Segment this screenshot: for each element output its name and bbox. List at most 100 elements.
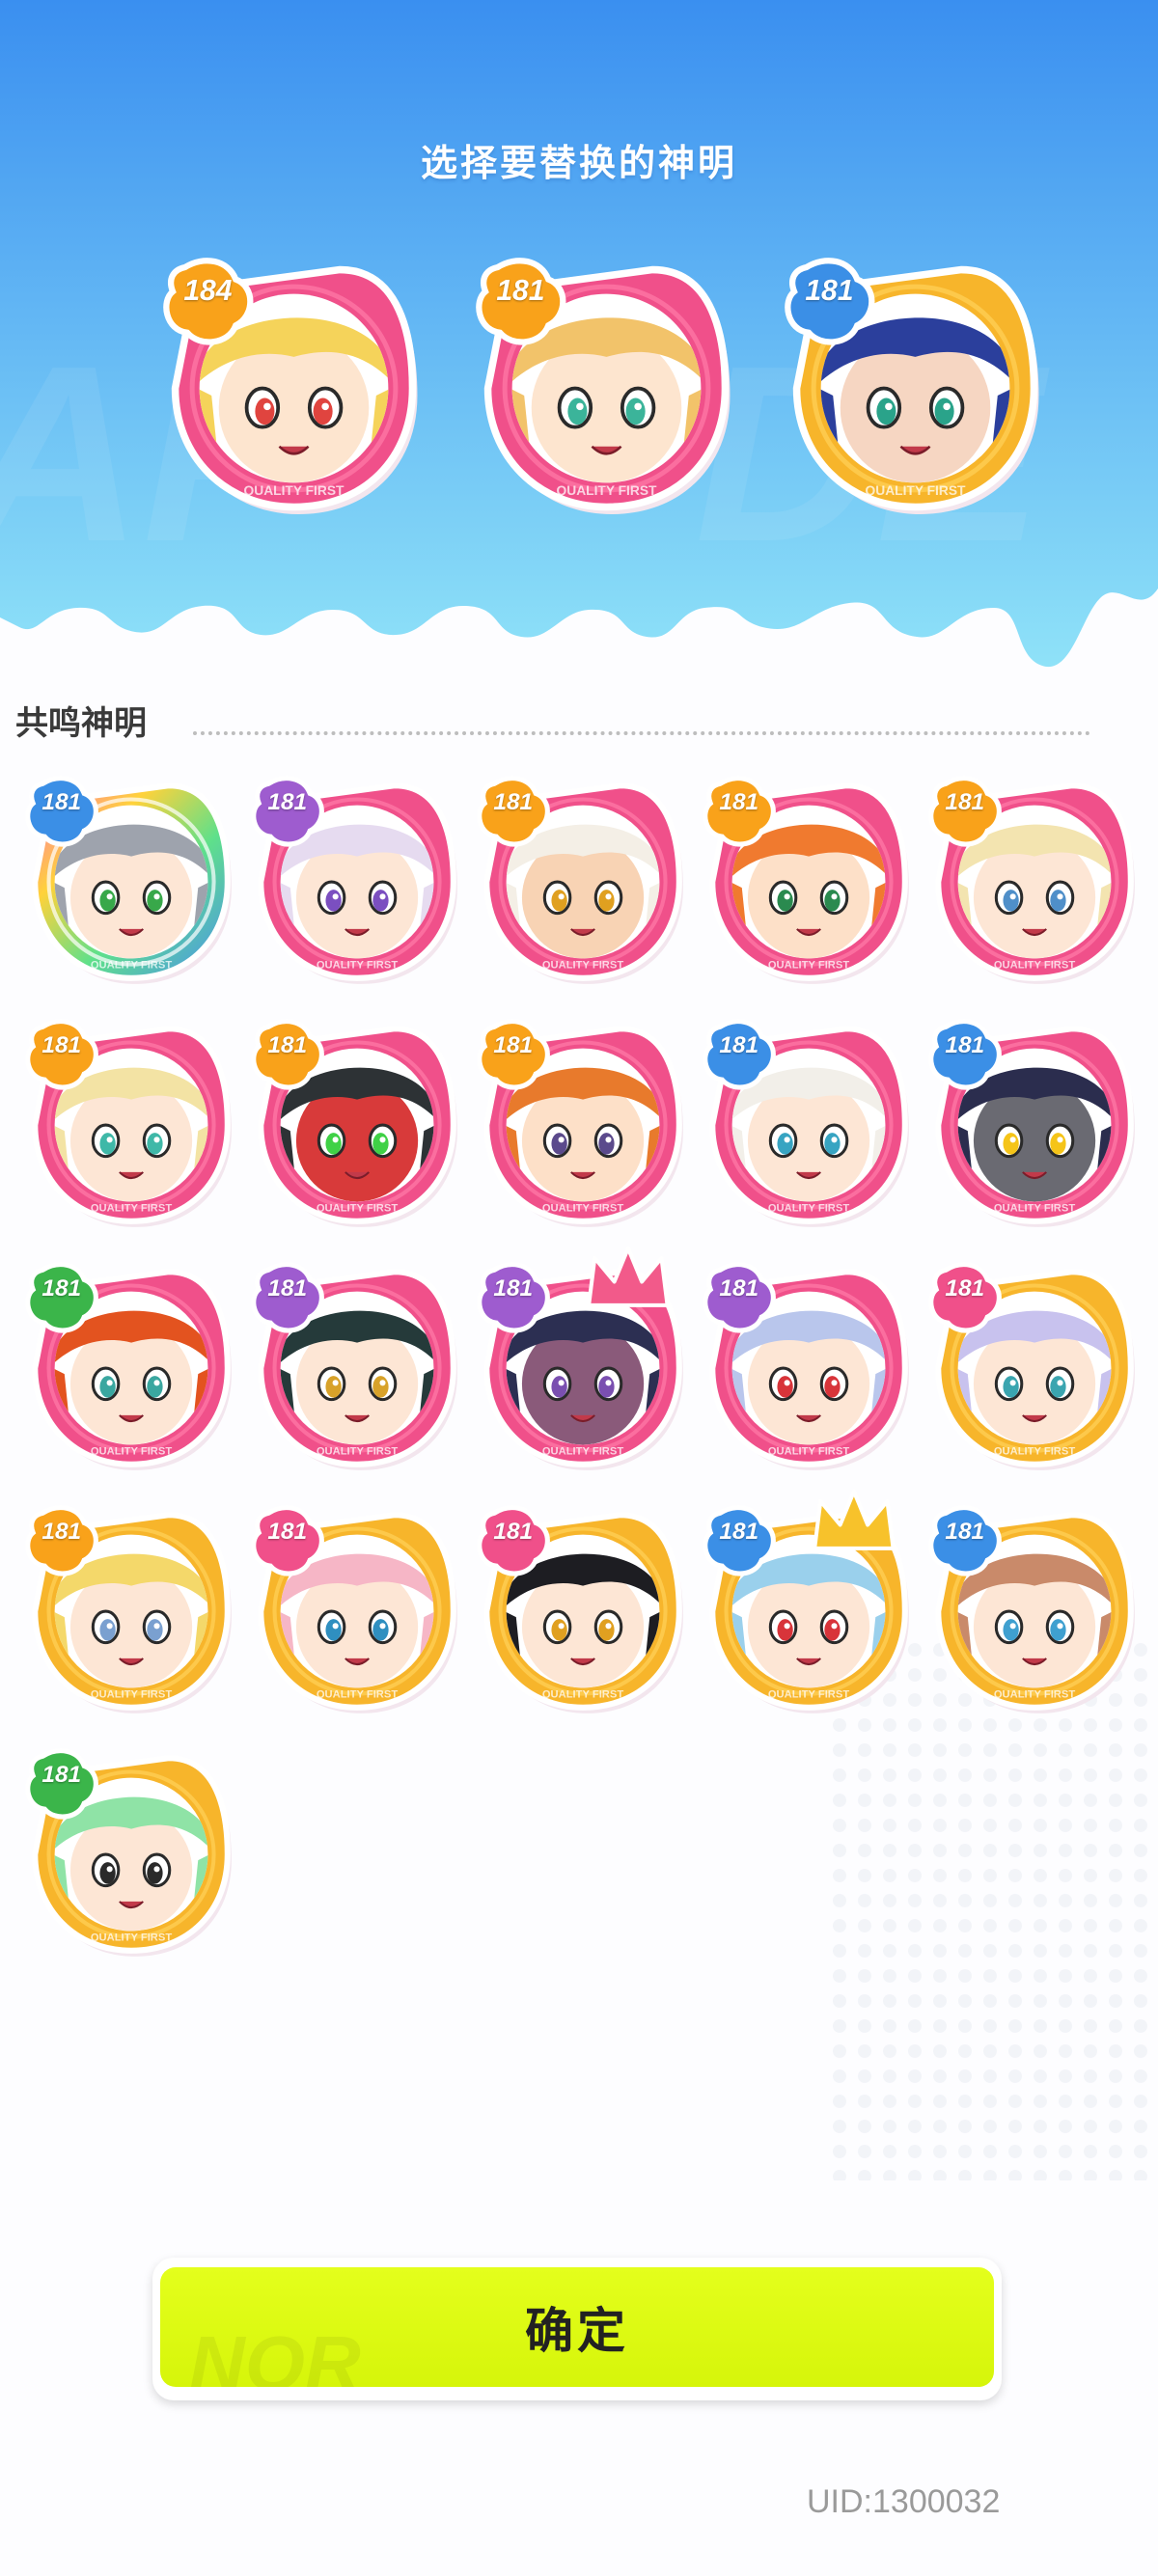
deity-card-14[interactable]: QUALITY FIRST 181 — [699, 1258, 915, 1474]
dot — [858, 2145, 871, 2158]
level-number: 181 — [41, 1275, 82, 1302]
dot — [958, 1894, 972, 1907]
deity-card-18[interactable]: QUALITY FIRST 181 — [473, 1501, 689, 1717]
deity-card-20[interactable]: QUALITY FIRST 181 — [924, 1501, 1141, 1717]
dot — [1008, 2120, 1022, 2133]
dot — [983, 1718, 997, 1732]
dot — [1109, 1794, 1122, 1807]
dot — [1008, 2145, 1022, 2158]
deity-card-11[interactable]: QUALITY FIRST 181 — [21, 1258, 237, 1474]
dot — [1008, 1919, 1022, 1932]
deity-card-3[interactable]: QUALITY FIRST 181 — [473, 772, 689, 988]
level-number: 181 — [493, 1275, 534, 1302]
dot — [933, 2145, 947, 2158]
dot — [908, 2095, 922, 2108]
dot — [933, 2044, 947, 2058]
dot — [1008, 1969, 1022, 1983]
dot — [1134, 1844, 1147, 1857]
dot — [1034, 2044, 1047, 2058]
dot — [1134, 2120, 1147, 2133]
level-number: 181 — [719, 789, 759, 816]
deity-card-16[interactable]: QUALITY FIRST 181 — [21, 1501, 237, 1717]
dot — [1034, 2145, 1047, 2158]
level-number: 181 — [267, 1275, 308, 1302]
dot — [1109, 2044, 1122, 2058]
dot — [883, 1794, 896, 1807]
deity-card-6[interactable]: QUALITY FIRST 181 — [21, 1015, 237, 1231]
svg-text:QUALITY FIRST: QUALITY FIRST — [768, 1203, 849, 1215]
dot — [1084, 1844, 1097, 1857]
dot — [908, 1894, 922, 1907]
deity-card-9[interactable]: QUALITY FIRST 181 — [699, 1015, 915, 1231]
dot — [908, 1969, 922, 1983]
dot — [858, 1869, 871, 1882]
deity-card-4[interactable]: QUALITY FIRST 181 — [699, 772, 915, 988]
dot — [1059, 2170, 1072, 2180]
deity-card-2[interactable]: QUALITY FIRST 181 — [247, 772, 463, 988]
deity-card-15[interactable]: QUALITY FIRST 181 — [924, 1258, 1141, 1474]
deity-card-19[interactable]: QUALITY FIRST 181 — [699, 1489, 915, 1717]
dot — [908, 2170, 922, 2180]
dot — [958, 1994, 972, 2008]
dot — [1008, 1819, 1022, 1832]
deity-card-5[interactable]: QUALITY FIRST 181 — [924, 772, 1141, 988]
level-number: 181 — [805, 274, 854, 307]
level-number: 181 — [41, 1519, 82, 1546]
deity-card-8[interactable]: QUALITY FIRST 181 — [473, 1015, 689, 1231]
dot — [958, 1718, 972, 1732]
dot — [1134, 1819, 1147, 1832]
dot — [1034, 1768, 1047, 1782]
dot — [908, 2044, 922, 2058]
dot — [883, 2145, 896, 2158]
portrait-goggles-girl[interactable]: QUALITY FIRST 181 — [471, 253, 737, 519]
dot — [1109, 1894, 1122, 1907]
portrait-blue-hair[interactable]: QUALITY FIRST 181 — [780, 253, 1046, 519]
section-title: 共鸣神明 — [15, 704, 147, 743]
svg-text:QUALITY FIRST: QUALITY FIRST — [91, 1203, 172, 1215]
deity-card-10[interactable]: QUALITY FIRST 181 — [924, 1015, 1141, 1231]
deity-card-12[interactable]: QUALITY FIRST 181 — [247, 1258, 463, 1474]
dot — [833, 2120, 846, 2133]
dot — [833, 1844, 846, 1857]
dot — [1109, 2095, 1122, 2108]
svg-text:QUALITY FIRST: QUALITY FIRST — [994, 1689, 1075, 1701]
dot — [883, 1768, 896, 1782]
dot — [958, 2120, 972, 2133]
dot — [1059, 2044, 1072, 2058]
dot — [1084, 1919, 1097, 1932]
level-number: 181 — [945, 1032, 985, 1059]
dot — [1084, 1743, 1097, 1757]
dot — [1008, 1994, 1022, 2008]
dot — [958, 2019, 972, 2033]
portrait-blonde-star[interactable]: QUALITY FIRST 184 — [158, 253, 425, 519]
dot — [833, 1894, 846, 1907]
dot — [1059, 1718, 1072, 1732]
dot — [1109, 1994, 1122, 2008]
svg-text:QUALITY FIRST: QUALITY FIRST — [542, 1689, 623, 1701]
deity-card-1[interactable]: QUALITY FIRST 181 — [21, 772, 237, 988]
svg-text:QUALITY FIRST: QUALITY FIRST — [768, 1446, 849, 1458]
dot — [883, 1994, 896, 2008]
deity-card-13[interactable]: QUALITY FIRST 181 — [473, 1246, 689, 1474]
dot — [1109, 2145, 1122, 2158]
deity-card-21[interactable]: QUALITY FIRST 181 — [21, 1744, 237, 1960]
dot — [983, 1794, 997, 1807]
level-number: 181 — [493, 1032, 534, 1059]
dot — [908, 1844, 922, 1857]
dot — [833, 1919, 846, 1932]
confirm-button[interactable]: NOR 确定 — [152, 2258, 1002, 2400]
dot — [883, 1894, 896, 1907]
deity-card-17[interactable]: QUALITY FIRST 181 — [247, 1501, 463, 1717]
dot — [1134, 1869, 1147, 1882]
dot — [883, 2095, 896, 2108]
dot — [1134, 1743, 1147, 1757]
svg-text:QUALITY FIRST: QUALITY FIRST — [768, 1689, 849, 1701]
dot — [883, 2170, 896, 2180]
dot — [1008, 1869, 1022, 1882]
dot — [1059, 1944, 1072, 1958]
dot — [958, 2069, 972, 2083]
dot — [1059, 2095, 1072, 2108]
dot — [1084, 2170, 1097, 2180]
level-number: 181 — [41, 1032, 82, 1059]
deity-card-7[interactable]: QUALITY FIRST 181 — [247, 1015, 463, 1231]
